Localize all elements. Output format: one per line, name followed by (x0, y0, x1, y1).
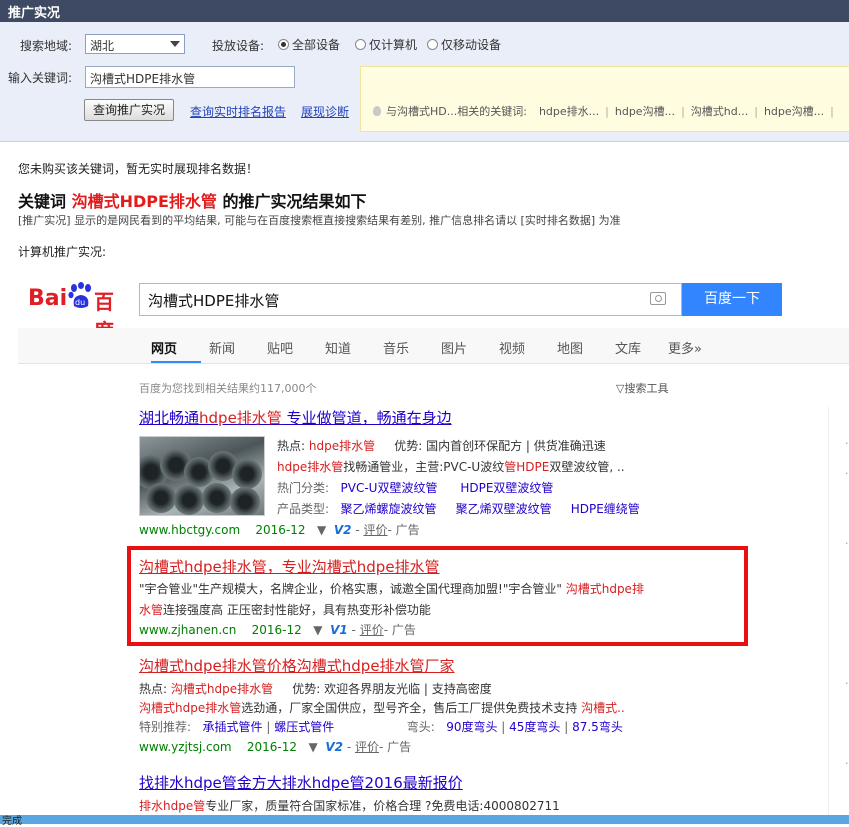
result-url-line: www.zjhanen.cn 2016-12 ▼ V1 - 评价- 广告 (139, 623, 416, 637)
query-panel: 搜索地域: 湖北 投放设备: 全部设备 仅计算机 仅移动设备 输入关键词: 沟槽… (0, 22, 849, 142)
active-tab-indicator (151, 361, 201, 363)
paw-icon: du (68, 282, 91, 308)
result-snippet: "宇合管业"生产规模大，名牌企业，价格实惠，诚邀全国代理商加盟!"宇合管业" 沟… (139, 582, 644, 596)
related-tag[interactable]: hdpe排水... (539, 103, 599, 119)
tab-more[interactable]: 更多» (668, 338, 702, 357)
tab-web[interactable]: 网页 (151, 338, 177, 357)
tab-video[interactable]: 视频 (499, 338, 525, 357)
result-categories: 热门分类: PVC-U双壁波纹管 HDPE双壁波纹管 (277, 481, 554, 495)
region-select[interactable]: 湖北 (85, 34, 185, 54)
radio-label: 仅移动设备 (441, 38, 502, 52)
related-tag[interactable]: hdpe沟槽... (615, 103, 675, 119)
device-label: 投放设备: (212, 39, 265, 53)
result-snippet: 沟槽式hdpe排水管选劲通，厂家全国供应，型号齐全，售后工厂提供免费技术支持 沟… (139, 701, 625, 715)
result-snippet: 排水hdpe管专业厂家，质量符合国家标准，价格合理 ?免费电话:40008027… (139, 799, 560, 813)
tab-tieba[interactable]: 贴吧 (267, 338, 293, 357)
result-hotspot: 热点: 沟槽式hdpe排水管 优势: 欢迎各界朋友光临 | 支持高密度 (139, 682, 492, 696)
result-description: [推广实况] 显示的是网民看到的平均结果, 可能与在百度搜索框直接搜索结果有差别… (18, 214, 621, 227)
chevron-down-icon (170, 41, 180, 47)
tab-map[interactable]: 地图 (557, 338, 583, 357)
result-snippet: 水管连接强度高 正压密封性能好，具有热变形补偿功能 (139, 603, 431, 617)
window-title: 推广实况 (0, 0, 849, 22)
v-badge: V1 (330, 623, 348, 637)
result-hotspot: 热点: hdpe排水管 优势: 国内首创环保配方 | 供货准确迅速 (277, 439, 606, 453)
radio-label: 仅计算机 (369, 38, 418, 52)
radio-unchecked-icon (427, 39, 438, 50)
pc-preview-label: 计算机推广实况: (18, 245, 107, 259)
v-badge: V2 (333, 523, 352, 537)
radio-pc-only[interactable]: 仅计算机 (355, 36, 417, 53)
status-bar: 完成 (0, 815, 849, 827)
chevron-down-icon: ▼ (313, 623, 323, 637)
heading-keyword: 沟槽式HDPE排水管 (71, 192, 217, 211)
right-sidebar: · · · · · (828, 407, 849, 824)
result-snippet: hdpe排水管找畅通管业，主营:PVC-U波纹管HDPE双壁波纹管, .. (277, 460, 625, 474)
realtime-report-link[interactable]: 查询实时排名报告 (190, 103, 286, 120)
result-title-4[interactable]: 找排水hdpe管金方大排水hdpe管2016最新报价 (139, 772, 463, 793)
camera-icon[interactable] (650, 292, 666, 305)
chevron-down-icon: ▼ (308, 740, 318, 754)
related-tag[interactable]: hdpe沟槽... (764, 103, 824, 119)
search-tools[interactable]: ▽搜索工具 (616, 380, 668, 396)
result-title-2[interactable]: 沟槽式hdpe排水管，专业沟槽式hdpe排水管 (139, 556, 440, 577)
result-thumbnail[interactable] (139, 436, 265, 516)
baidu-search-button[interactable]: 百度一下 (682, 283, 782, 316)
result-url-line: www.hbctgy.com 2016-12 ▼ V2 - 评价- 广告 (139, 523, 420, 537)
baidu-nav-tabs: 网页 新闻 贴吧 知道 音乐 图片 视频 地图 文库 更多» (18, 328, 849, 364)
tab-music[interactable]: 音乐 (383, 338, 409, 357)
related-keywords-box: 与沟槽式HD...相关的关键词: hdpe排水... | hdpe沟槽... | 沟… (360, 66, 849, 132)
related-prefix: 与沟槽式HD...相关的关键词: (386, 105, 527, 118)
radio-mobile-only[interactable]: 仅移动设备 (427, 36, 501, 53)
bulb-icon (373, 106, 381, 116)
tab-news[interactable]: 新闻 (209, 338, 235, 357)
radio-unchecked-icon (355, 39, 366, 50)
region-label: 搜索地域: (20, 39, 73, 53)
chevron-down-icon: ▼ (317, 523, 327, 537)
related-tag[interactable]: 沟槽式hd... (691, 103, 748, 119)
radio-all-devices[interactable]: 全部设备 (278, 36, 340, 53)
no-data-notice: 您未购买该关键词，暂无实时展现排名数据！ (18, 162, 259, 176)
result-url-line: www.yzjtsj.com 2016-12 ▼ V2 - 评价- 广告 (139, 740, 412, 754)
radio-label: 全部设备 (292, 38, 341, 52)
tab-images[interactable]: 图片 (441, 338, 467, 357)
baidu-search-input[interactable]: 沟槽式HDPE排水管 (139, 283, 682, 316)
radio-checked-icon (278, 39, 289, 50)
result-product-types: 产品类型: 聚乙烯螺旋波纹管 聚乙烯双壁波纹管 HDPE缠绕管 (277, 502, 640, 516)
result-recommend: 特别推荐: 承插式管件 | 螺压式管件 弯头: 90度弯头 | 45度弯头 | … (139, 720, 623, 734)
diagnose-link[interactable]: 展现诊断 (301, 103, 349, 120)
baidu-logo: Bai du 百度 (28, 278, 133, 343)
keyword-label: 输入关键词: (8, 71, 73, 85)
keyword-input[interactable]: 沟槽式HDPE排水管 (85, 66, 295, 88)
tab-zhidao[interactable]: 知道 (325, 338, 351, 357)
result-title-3[interactable]: 沟槽式hdpe排水管价格沟槽式hdpe排水管厂家 (139, 655, 455, 676)
v-badge: V2 (325, 740, 343, 754)
result-heading: 关键词 沟槽式HDPE排水管 的推广实况结果如下 (18, 192, 367, 211)
svg-text:du: du (75, 298, 85, 307)
result-count: 百度为您找到相关结果约117,000个 (139, 382, 317, 395)
result-title-1[interactable]: 湖北畅通hdpe排水管 专业做管道，畅通在身边 (139, 407, 452, 428)
region-value: 湖北 (90, 39, 115, 53)
query-button[interactable]: 查询推广实况 (84, 99, 174, 121)
tab-wenku[interactable]: 文库 (615, 338, 641, 357)
